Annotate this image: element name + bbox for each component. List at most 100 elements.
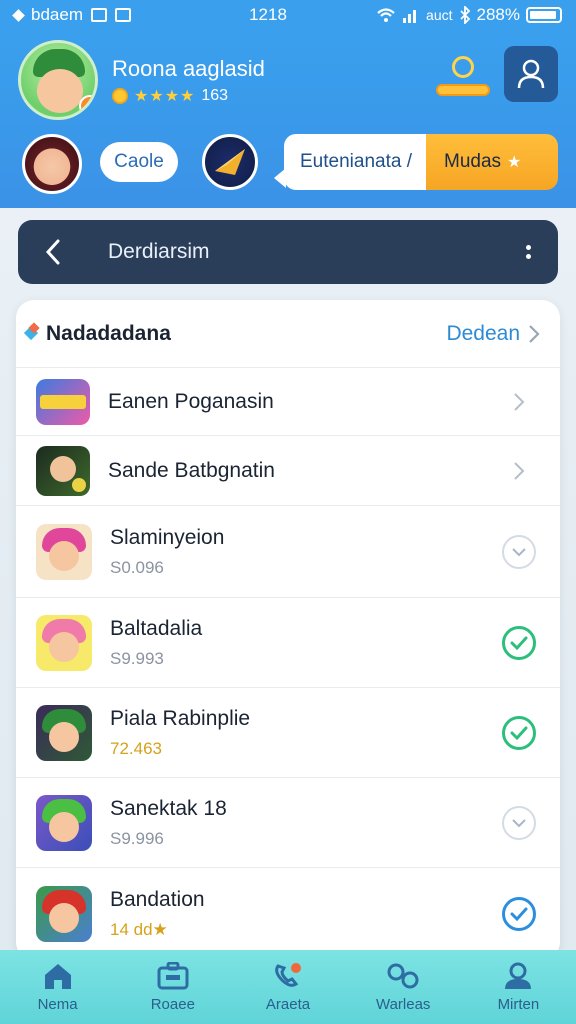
link-icon: [386, 962, 420, 990]
check-icon: [512, 547, 526, 556]
status-bar: bdaem 1218 auct 288%: [0, 0, 576, 30]
status-right: auct 288%: [332, 5, 562, 25]
list-item[interactable]: Eanen Poganasin: [16, 368, 560, 436]
coin-icon: [112, 88, 128, 104]
tab-araeta[interactable]: Araeta: [230, 950, 345, 1024]
thumb-face: [50, 455, 76, 482]
tab-label: Roaee: [150, 995, 195, 1013]
friend-avatar[interactable]: [22, 134, 82, 194]
briefcase-icon: [157, 961, 189, 990]
page-title: Derdiarsim: [108, 240, 210, 263]
battery-percent: 288%: [476, 5, 520, 24]
more-dot-icon: [525, 254, 531, 259]
bubble-action-label: Mudas: [444, 151, 502, 172]
thumb-banner: [40, 394, 86, 409]
game-thumbnail: [36, 886, 92, 942]
call-icon: [272, 962, 304, 990]
status-left: bdaem: [12, 5, 214, 25]
list-item[interactable]: Sande Batbgnatin: [16, 436, 560, 506]
arrow-logo-icon: [215, 149, 245, 175]
avatar-face: [37, 69, 83, 113]
thumb-face: [49, 811, 79, 842]
card-action-link[interactable]: Dedean: [446, 322, 540, 346]
coin-ring-icon: [452, 56, 474, 78]
game-thumbnail: [36, 378, 90, 425]
tab-roaee[interactable]: Roaee: [115, 950, 230, 1024]
list-item-title: Slaminyeion: [110, 525, 225, 549]
chevron-right-icon: [529, 324, 540, 343]
game-logo[interactable]: [202, 134, 258, 190]
list-item-title: Sanektak 18: [110, 796, 227, 820]
list-item-texts: Sanektak 18 S9.996: [110, 797, 502, 849]
list-item[interactable]: Sanektak 18 S9.996: [16, 778, 560, 868]
user-rating: ★★★★ 163: [112, 86, 228, 106]
tab-mirten[interactable]: Mirten: [461, 950, 576, 1024]
check-icon: [512, 818, 526, 827]
check-icon: [510, 636, 528, 650]
rating-value: 163: [201, 87, 229, 104]
promo-bubble[interactable]: Eutenianata / Mudas ★: [274, 134, 558, 190]
avatar-badge: [79, 95, 95, 117]
bluetooth-icon: [459, 6, 470, 24]
list-card: Nadadadana Dedean Eanen Poganasin Sande: [16, 300, 560, 960]
pill-button[interactable]: Caole: [100, 142, 178, 182]
profile-button[interactable]: [504, 46, 558, 102]
check-toggle[interactable]: [502, 534, 536, 569]
list-item[interactable]: Piala Rabinplie 72.463: [16, 688, 560, 778]
check-toggle[interactable]: [502, 805, 536, 840]
chevron-right-icon: [514, 461, 525, 480]
wifi-icon: [377, 8, 395, 22]
list-item-subtitle: 72.463: [110, 738, 162, 758]
game-thumbnail: [36, 445, 90, 496]
check-toggle[interactable]: [502, 715, 536, 750]
carrier-label: bdaem: [31, 5, 83, 24]
list-item[interactable]: Baltadalia S9.993: [16, 598, 560, 688]
list-item-texts: Piala Rabinplie 72.463: [110, 707, 502, 759]
bottom-tab-bar: Nema Roaee Araeta Warleas Mirten: [0, 950, 576, 1024]
list-item-title: Eanen Poganasin: [108, 389, 274, 413]
game-thumbnail: [36, 704, 92, 761]
signal-icon: [403, 10, 417, 23]
avatar[interactable]: [18, 40, 98, 120]
list-item-title: Sande Batbgnatin: [108, 458, 275, 482]
status-time: 1218: [249, 5, 287, 24]
list-item-title: Piala Rabinplie: [110, 706, 251, 730]
battery-icon: [526, 7, 562, 23]
list-item-subtitle: S9.996: [110, 828, 164, 848]
row-chevron: [502, 454, 536, 488]
list-item[interactable]: Slaminyeion S0.096: [16, 506, 560, 598]
user-icon: [517, 59, 545, 89]
nav-bar: Derdiarsim: [18, 220, 558, 284]
check-toggle[interactable]: [502, 625, 536, 660]
brand-icon: [24, 324, 44, 344]
rating-stars: ★★★★: [134, 88, 196, 105]
thumb-face: [49, 721, 79, 752]
network-label: auct: [426, 7, 453, 23]
tab-label: Nema: [37, 995, 78, 1013]
list-item[interactable]: Bandation 14 dd★: [16, 868, 560, 960]
list-item-texts: Bandation 14 dd★: [110, 888, 502, 940]
list-item-title: Bandation: [110, 888, 205, 911]
game-thumbnail: [36, 794, 92, 851]
bubble-action-button[interactable]: Mudas ★: [426, 134, 558, 190]
list-item-texts: Eanen Poganasin: [108, 390, 502, 414]
back-button[interactable]: [18, 220, 88, 284]
tab-warleas[interactable]: Warleas: [346, 950, 461, 1024]
coin-bar: [436, 84, 490, 96]
check-icon: [510, 907, 528, 921]
tab-label: Araeta: [265, 995, 311, 1013]
more-menu-button[interactable]: [498, 220, 558, 284]
list-item-subtitle: S9.993: [110, 648, 164, 668]
star-icon: ★: [507, 154, 522, 171]
list-item-texts: Sande Batbgnatin: [108, 459, 502, 483]
check-toggle[interactable]: [502, 897, 536, 931]
thumb-face: [49, 540, 79, 571]
tab-home[interactable]: Nema: [0, 950, 115, 1024]
card-action-label: Dedean: [446, 321, 520, 345]
coin-balance-widget[interactable]: [436, 56, 490, 100]
row-chevron: [502, 385, 536, 419]
chevron-left-icon: [45, 239, 60, 265]
profile-header: Roona aaglasid ★★★★ 163 Caole Eutenianat…: [0, 30, 576, 208]
tab-label: Mirten: [497, 995, 540, 1013]
user-name: Roona aaglasid: [112, 56, 265, 81]
